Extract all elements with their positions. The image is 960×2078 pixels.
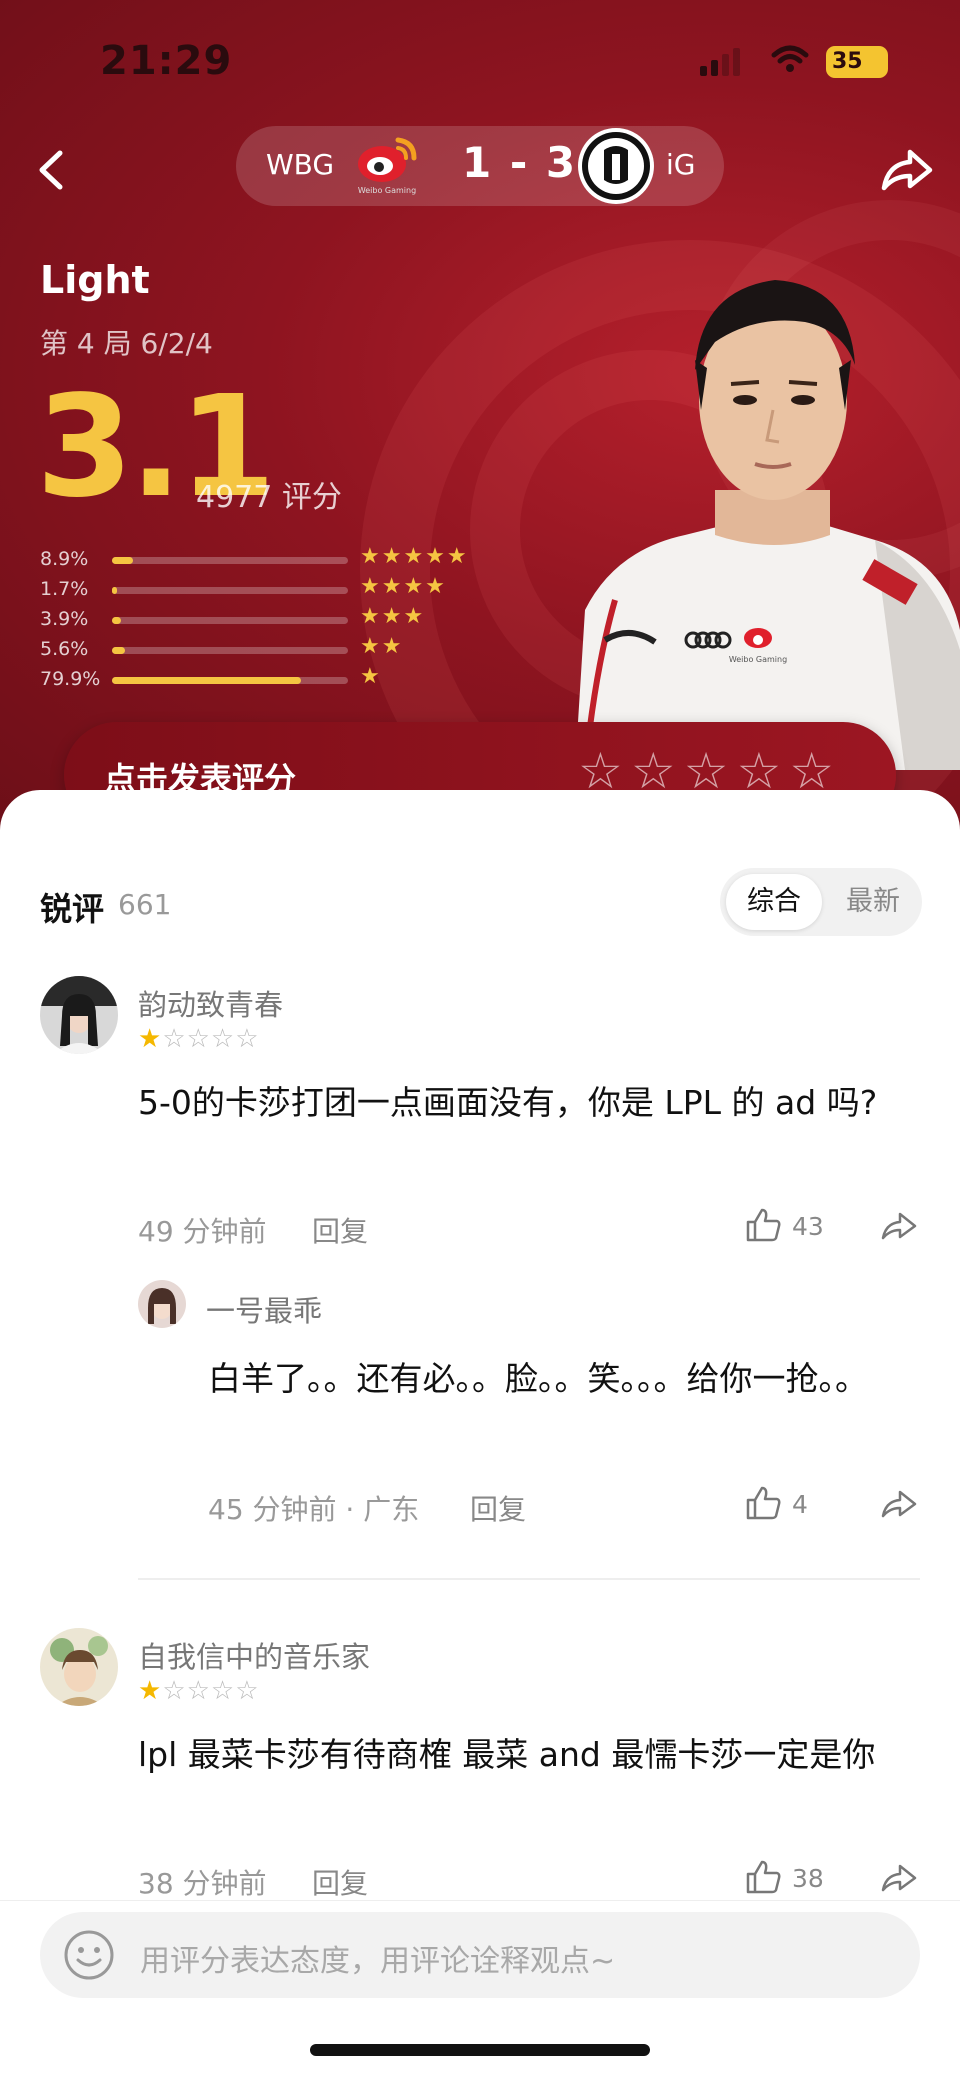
comment-rating-empty: ☆☆☆☆ [162, 1676, 260, 1706]
match-score: 1 - 3 [462, 138, 578, 187]
distribution-bar [112, 557, 348, 564]
distribution-row: 3.9% ★★★ [40, 604, 480, 636]
emoji-icon[interactable] [62, 1928, 116, 1982]
distribution-bar [112, 677, 348, 684]
avatar[interactable] [138, 1280, 186, 1328]
ig-logo-icon [578, 128, 654, 204]
reply-text: 白羊了。。还有必。。脸。。笑。。。给你一抢。。 [208, 1359, 868, 1398]
distribution-row: 1.7% ★★★★ [40, 574, 480, 606]
share-icon[interactable] [880, 1860, 918, 1894]
distribution-percent: 3.9% [40, 608, 89, 630]
distribution-percent: 8.9% [40, 548, 89, 570]
jersey-sponsor-text: Weibo Gaming [729, 655, 787, 664]
comment-time: 38 分钟前 [138, 1867, 267, 1900]
comment-rating-empty: ☆☆☆☆ [162, 1024, 260, 1054]
battery-icon: 35 [826, 46, 888, 78]
rating-distribution: 8.9% ★★★★★ 1.7% ★★★★ 3.9% ★★★ 5.6% ★★ 79… [40, 544, 480, 696]
distribution-stars: ★ [360, 664, 382, 689]
comment-rating-filled: ★ [138, 1024, 163, 1054]
comment-rating-filled: ★ [138, 1676, 163, 1706]
like-count: 4 [792, 1490, 808, 1519]
sort-option-overall[interactable]: 综合 [726, 874, 822, 930]
distribution-fill [112, 557, 133, 564]
review-count: 661 [118, 888, 172, 921]
distribution-row: 8.9% ★★★★★ [40, 544, 480, 576]
player-name: Light [40, 258, 150, 302]
comment-username[interactable]: 自我信中的音乐家 [138, 1634, 370, 1676]
like-icon[interactable] [744, 1484, 782, 1522]
distribution-bar [112, 587, 348, 594]
sort-toggle: 综合 最新 [720, 868, 922, 936]
distribution-bar [112, 617, 348, 624]
comment-input-placeholder: 用评分表达态度，用评论诠释观点~ [140, 1944, 616, 1979]
distribution-percent: 1.7% [40, 578, 89, 600]
comment-username[interactable]: 韵动致青春 [138, 982, 283, 1024]
match-score-pill[interactable]: WBG Weibo Gaming 1 - 3 iG [236, 126, 724, 206]
reply-username[interactable]: 一号最乖 [206, 1288, 322, 1330]
team-left-name: WBG [266, 148, 335, 181]
share-icon[interactable] [880, 1486, 918, 1520]
section-title: 锐评 [40, 890, 105, 928]
comment-rating: ★☆☆☆☆ [138, 1676, 260, 1706]
comment-text: lpl 最菜卡莎有待商榷 最菜 and 最懦卡莎一定是你 [138, 1735, 876, 1774]
signal-icon [700, 48, 744, 76]
reply-button[interactable]: 回复 [470, 1488, 526, 1528]
distribution-row: 79.9% ★ [40, 664, 480, 696]
distribution-stars: ★★★★ [360, 574, 447, 599]
like-count: 43 [792, 1212, 824, 1241]
team-right-name: iG [666, 148, 696, 181]
distribution-bar [112, 647, 348, 654]
avatar[interactable] [40, 1628, 118, 1706]
share-icon[interactable] [876, 140, 936, 200]
distribution-stars: ★★★★★ [360, 544, 469, 569]
wbg-logo-caption: Weibo Gaming [358, 186, 416, 195]
like-icon[interactable] [744, 1858, 782, 1896]
home-indicator [310, 2044, 650, 2056]
reply-time: 45 分钟前 · 广东 [208, 1493, 420, 1526]
player-photo: Weibo Gaming [575, 280, 960, 770]
reply-button[interactable]: 回复 [312, 1210, 368, 1250]
avatar[interactable] [40, 976, 118, 1054]
like-count: 38 [792, 1864, 824, 1893]
comment-text: 5-0的卡莎打团一点画面没有，你是 LPL 的 ad 吗? [138, 1083, 878, 1122]
distribution-fill [112, 647, 126, 654]
distribution-row: 5.6% ★★ [40, 634, 480, 666]
wifi-icon [771, 45, 809, 72]
wbg-logo-icon: Weibo Gaming [358, 137, 417, 195]
distribution-fill [112, 617, 122, 624]
distribution-stars: ★★ [360, 634, 404, 659]
distribution-percent: 5.6% [40, 638, 89, 660]
share-icon[interactable] [880, 1208, 918, 1242]
reply-button[interactable]: 回复 [312, 1862, 368, 1902]
status-time: 21:29 [100, 38, 233, 84]
divider [138, 1578, 920, 1580]
rating-count: 4977 评分 [196, 480, 342, 515]
distribution-stars: ★★★ [360, 604, 426, 629]
comment-rating: ★☆☆☆☆ [138, 1024, 260, 1054]
game-info: 第 4 局 6/2/4 [40, 327, 213, 360]
comment-time: 49 分钟前 [138, 1215, 267, 1248]
status-bar: 21:29 35 [0, 0, 960, 120]
back-arrow-icon[interactable] [28, 145, 78, 195]
sort-option-latest[interactable]: 最新 [830, 874, 916, 930]
distribution-percent: 79.9% [40, 668, 101, 690]
like-icon[interactable] [744, 1206, 782, 1244]
distribution-fill [112, 587, 117, 594]
distribution-fill [112, 677, 301, 684]
comment-input[interactable]: 用评分表达态度，用评论诠释观点~ [40, 1912, 920, 1998]
